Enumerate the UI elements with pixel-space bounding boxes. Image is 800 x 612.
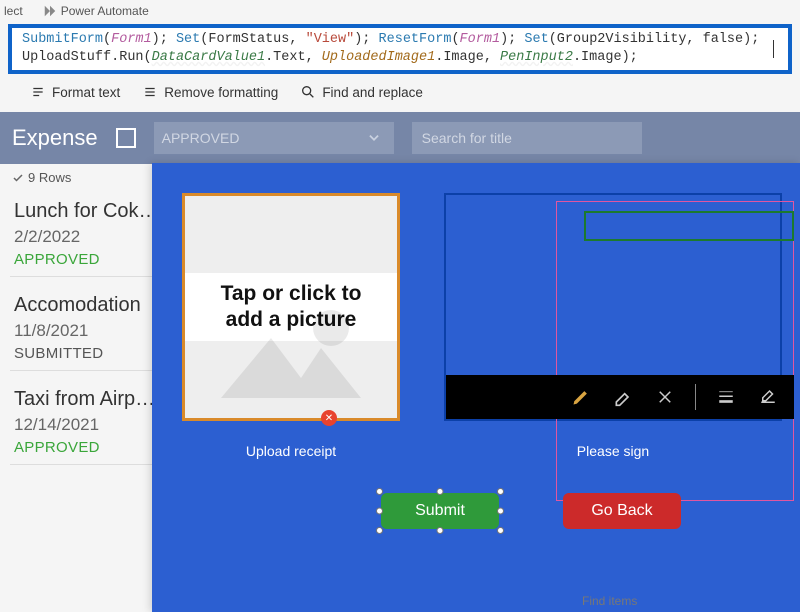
- app-header: Expense APPROVED Search for title: [0, 112, 800, 164]
- eraser-icon[interactable]: [611, 385, 635, 409]
- formula-bar[interactable]: SubmitForm(Form1); Set(FormStatus, "View…: [8, 24, 792, 74]
- find-replace-button[interactable]: Find and replace: [300, 84, 423, 100]
- format-text-button[interactable]: Format text: [30, 85, 120, 100]
- top-menu-strip: lect Power Automate: [0, 0, 800, 22]
- submit-button[interactable]: Submit: [381, 493, 499, 529]
- clear-icon[interactable]: [653, 385, 677, 409]
- signature-field-outline[interactable]: [584, 211, 794, 241]
- search-icon: [300, 84, 316, 100]
- separator: [695, 384, 696, 410]
- menu-item-select[interactable]: lect: [4, 4, 23, 18]
- remove-formatting-button[interactable]: Remove formatting: [142, 85, 278, 100]
- pen-icon[interactable]: [569, 385, 593, 409]
- selection-outline: [556, 201, 794, 501]
- text-cursor: [773, 40, 774, 58]
- menu-item-power-automate[interactable]: Power Automate: [43, 4, 149, 18]
- search-input[interactable]: Search for title: [412, 122, 642, 154]
- line-weight-icon[interactable]: [714, 385, 738, 409]
- error-badge-icon[interactable]: ✕: [321, 410, 337, 426]
- formula-toolbar: Format text Remove formatting Find and r…: [0, 76, 800, 112]
- upload-popup: Tap or click toadd a picture ✕ Upload re…: [152, 163, 800, 612]
- filter-checkbox[interactable]: [116, 128, 136, 148]
- formula-text[interactable]: SubmitForm(Form1); Set(FormStatus, "View…: [22, 31, 759, 67]
- flow-icon: [43, 4, 57, 18]
- picture-placeholder-icon: [185, 196, 397, 418]
- upload-receipt-label: Upload receipt: [246, 443, 336, 459]
- peninput-toolbar: [446, 375, 794, 419]
- add-picture-control[interactable]: Tap or click toadd a picture ✕: [182, 193, 400, 421]
- signature-icon[interactable]: [756, 385, 780, 409]
- chevron-down-icon: [362, 126, 386, 150]
- check-icon: [12, 172, 24, 184]
- find-items-label: Find items: [582, 594, 637, 608]
- pen-input[interactable]: [444, 193, 782, 421]
- remove-format-icon: [142, 85, 158, 99]
- go-back-button[interactable]: Go Back: [563, 493, 681, 529]
- page-title: Expense: [12, 125, 98, 151]
- format-icon: [30, 85, 46, 99]
- status-dropdown[interactable]: APPROVED: [154, 122, 394, 154]
- app-canvas: Expense APPROVED Search for title 9 Rows…: [0, 112, 800, 612]
